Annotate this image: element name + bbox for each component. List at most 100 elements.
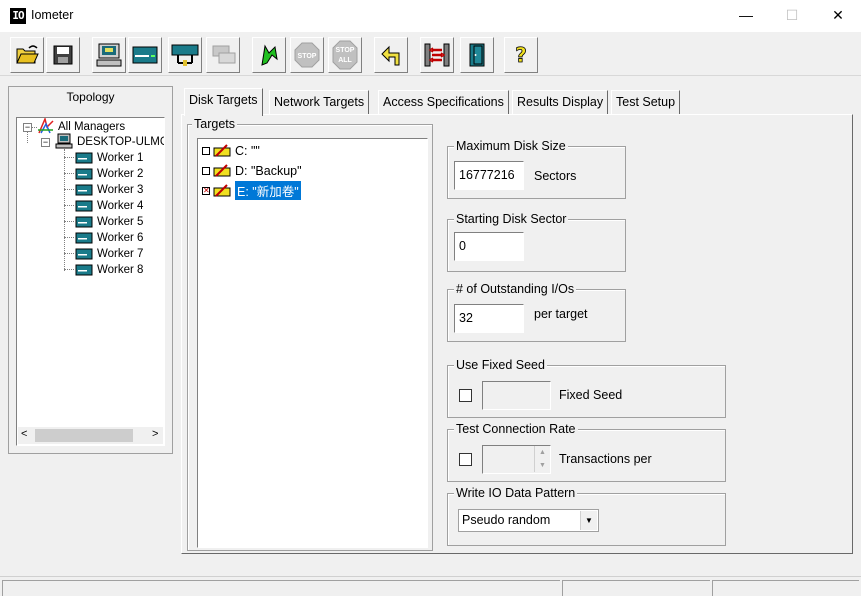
starting-disk-sector-title: Starting Disk Sector (454, 212, 569, 226)
tree-collapse-manager[interactable]: − (41, 138, 50, 147)
scroll-left-button[interactable]: < (21, 428, 27, 440)
connection-rate-title: Test Connection Rate (454, 422, 578, 436)
help-label: ? (515, 43, 527, 67)
worker-disk-icon (75, 184, 93, 196)
open-folder-icon (16, 45, 39, 64)
stop-button[interactable]: STOP (290, 37, 324, 73)
spin-down-button[interactable]: ▼ (534, 459, 550, 472)
chevron-down-icon[interactable]: ▼ (580, 511, 597, 530)
tab-test-setup[interactable]: Test Setup (611, 90, 681, 114)
start-manager-button[interactable] (92, 37, 126, 73)
data-pattern-value: Pseudo random (462, 513, 551, 527)
target-label: C: "" (235, 143, 260, 158)
maximize-button[interactable]: ☐ (769, 0, 815, 31)
disk-drive-icon (213, 183, 231, 197)
computer-icon (55, 133, 73, 149)
start-tests-button[interactable] (252, 37, 286, 73)
start-manager-icon (96, 43, 122, 67)
scroll-right-button[interactable]: > (152, 428, 158, 440)
stop-all-label-bottom: ALL (338, 57, 352, 64)
tab-results-display[interactable]: Results Display (512, 90, 609, 114)
close-door-icon (469, 43, 485, 67)
connection-rate-input[interactable]: ▲ ▼ (482, 445, 551, 474)
status-bar (0, 576, 861, 596)
worker-disk-icon (75, 248, 93, 260)
save-disk-icon (53, 45, 73, 65)
save-button[interactable] (46, 37, 80, 73)
scrollbar-thumb[interactable] (35, 429, 133, 442)
tab-network-targets[interactable]: Network Targets (269, 90, 370, 114)
worker-disk-icon (75, 152, 93, 164)
target-label: D: "Backup" (235, 163, 302, 178)
target-item[interactable]: C: "" (202, 142, 260, 159)
max-disk-size-input[interactable]: 16777216 (454, 161, 524, 190)
tree-item-worker[interactable]: Worker 1 (97, 151, 143, 165)
outstanding-ios-input[interactable]: 32 (454, 304, 524, 333)
targets-title: Targets (192, 117, 237, 131)
start-disk-worker-button[interactable] (128, 37, 162, 73)
connection-rate-checkbox[interactable] (459, 453, 472, 466)
start-disk-worker-icon (132, 46, 158, 64)
reset-workers-icon (381, 45, 400, 66)
outstanding-ios-title: # of Outstanding I/Os (454, 282, 577, 296)
topology-horizontal-scrollbar[interactable]: < > (18, 427, 163, 444)
transactions-per-label: Transactions per (559, 452, 652, 466)
duplicate-worker-button[interactable] (206, 37, 240, 73)
worker-disk-icon (75, 200, 93, 212)
tab-access-specifications[interactable]: Access Specifications (378, 90, 509, 114)
disk-drive-icon (213, 163, 231, 177)
target-checkbox[interactable] (202, 166, 210, 175)
tree-item-worker[interactable]: Worker 4 (97, 199, 143, 213)
tree-item-worker[interactable]: Worker 6 (97, 231, 143, 245)
exit-button[interactable] (420, 37, 454, 73)
targets-list[interactable]: C: "" D: "Backup" ✕ E: "新加卷" (197, 138, 428, 548)
target-checkbox[interactable] (202, 146, 210, 155)
tree-collapse-root[interactable]: − (23, 123, 32, 132)
tree-item-worker[interactable]: Worker 2 (97, 167, 143, 181)
spin-up-button[interactable]: ▲ (534, 446, 550, 459)
app-icon: IO (10, 8, 26, 24)
start-network-worker-icon (171, 44, 199, 66)
tree-item-manager[interactable]: DESKTOP-ULMGI (77, 135, 164, 149)
max-disk-size-title: Maximum Disk Size (454, 139, 568, 153)
tree-item-all-managers[interactable]: All Managers (58, 120, 125, 134)
data-pattern-select[interactable]: Pseudo random ▼ (458, 509, 599, 532)
status-cell-main (2, 580, 560, 596)
tree-item-worker[interactable]: Worker 3 (97, 183, 143, 197)
tab-disk-targets[interactable]: Disk Targets (184, 88, 263, 116)
worker-disk-icon (75, 232, 93, 244)
target-item[interactable]: ✕ E: "新加卷" (202, 181, 301, 200)
fixed-seed-title: Use Fixed Seed (454, 358, 547, 372)
status-cell-3 (712, 580, 859, 596)
tree-item-worker[interactable]: Worker 7 (97, 247, 143, 261)
target-item[interactable]: D: "Backup" (202, 162, 302, 179)
fixed-seed-input[interactable] (482, 381, 551, 410)
help-button[interactable]: ? (504, 37, 538, 73)
per-target-label: per target (534, 307, 588, 321)
reset-workers-button[interactable] (374, 37, 408, 73)
worker-disk-icon (75, 216, 93, 228)
target-checkbox[interactable]: ✕ (202, 186, 210, 195)
exit-icon (424, 43, 450, 67)
tree-item-worker[interactable]: Worker 5 (97, 215, 143, 229)
worker-disk-icon (75, 264, 93, 276)
stop-all-icon: STOP ALL (332, 40, 358, 70)
starting-disk-sector-input[interactable]: 0 (454, 232, 524, 261)
stop-label: STOP (298, 53, 317, 60)
topology-tree[interactable]: − All Managers − DESKTOP-ULMGI Worker 1 W… (16, 117, 165, 446)
data-pattern-title: Write IO Data Pattern (454, 486, 578, 500)
stop-all-button[interactable]: STOP ALL (328, 37, 362, 73)
stop-icon: STOP (294, 42, 320, 68)
fixed-seed-checkbox[interactable] (459, 389, 472, 402)
start-tests-icon (261, 44, 278, 66)
close-button[interactable]: ✕ (815, 0, 861, 31)
start-network-worker-button[interactable] (168, 37, 202, 73)
all-managers-icon (38, 118, 54, 134)
open-button[interactable] (10, 37, 44, 73)
help-icon: ? (515, 43, 527, 68)
tree-item-worker[interactable]: Worker 8 (97, 263, 143, 277)
minimize-button[interactable]: — (723, 0, 769, 31)
disk-drive-icon (213, 143, 231, 157)
close-door-button[interactable] (460, 37, 494, 73)
worker-disk-icon (75, 168, 93, 180)
